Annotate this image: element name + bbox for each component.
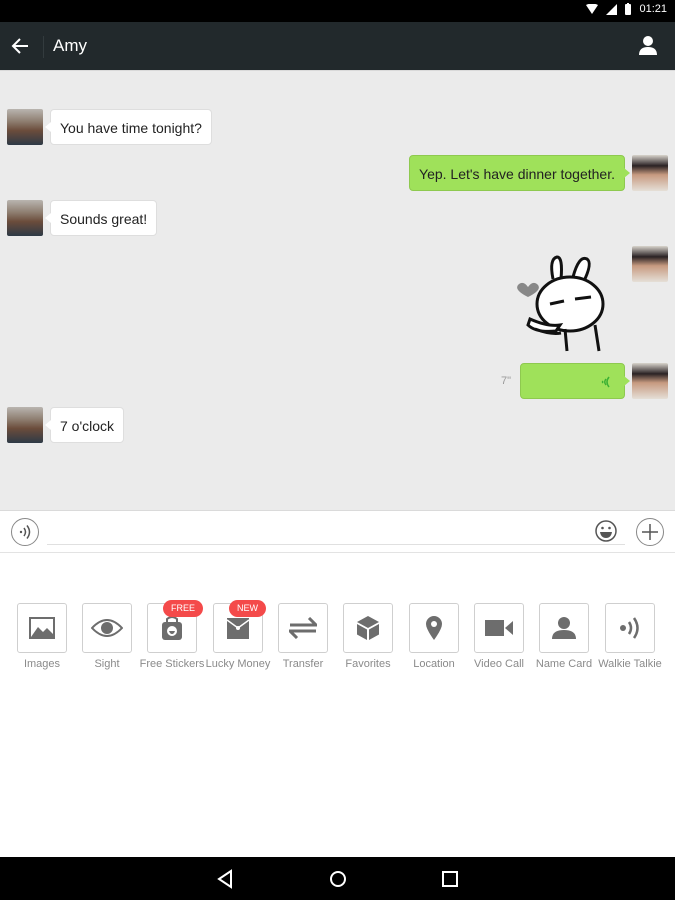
voice-wave-icon [601,376,610,388]
emoji-button[interactable] [593,518,621,546]
chat-area[interactable]: You have time tonight? Yep. Let's have d… [0,70,675,510]
walkie-talkie-icon [620,617,639,639]
nav-recents-button[interactable] [439,868,461,890]
nav-back-button[interactable] [215,868,237,890]
tool-name-card[interactable]: Name Card [534,603,594,670]
video-camera-icon [485,620,513,636]
wifi-icon [586,3,599,14]
system-nav-bar [0,857,675,900]
tool-label: Walkie Talkie [598,658,662,670]
box-icon [357,616,379,640]
signal-icon [606,3,618,15]
message-bubble-incoming[interactable]: You have time tonight? [45,109,212,145]
person-icon [552,617,576,639]
voice-input-button[interactable] [11,518,39,546]
message-bubble-incoming[interactable]: 7 o'clock [44,407,125,443]
more-options-button[interactable] [636,518,664,546]
emoji-icon [595,520,617,542]
red-envelope-icon [226,618,250,639]
eye-icon [91,619,123,637]
circle-home-icon [330,871,346,887]
message-bubble-outgoing[interactable]: Yep. Let's have dinner together. [409,155,630,191]
sticker-bag-icon [162,616,182,640]
transfer-icon [289,617,317,639]
header-divider [43,36,44,58]
user-avatar[interactable] [632,363,668,399]
contact-avatar[interactable] [7,109,43,145]
chat-title: Amy [53,36,87,55]
rabbit-blowing-kiss-sticker[interactable] [515,249,615,354]
voice-message-bubble[interactable] [520,363,630,399]
arrow-left-icon [11,38,28,54]
square-recents-icon [442,871,458,887]
voice-icon [19,525,31,539]
tool-lucky-money[interactable]: NEW Lucky Money [206,600,270,670]
chat-header: Amy [0,22,675,70]
tool-sight[interactable]: Sight [77,603,137,670]
back-button[interactable] [8,34,34,58]
input-bar [0,510,675,553]
message-bubble-incoming[interactable]: Sounds great! [44,200,158,236]
image-icon [29,617,55,639]
contact-avatar[interactable] [7,200,43,236]
contact-avatar[interactable] [7,407,43,443]
location-pin-icon [426,616,442,640]
tool-images[interactable]: Images [12,603,72,670]
tool-favorites[interactable]: Favorites [338,603,398,670]
free-badge: FREE [163,600,204,617]
tool-video-call[interactable]: Video Call [469,603,529,670]
tool-walkie-talkie[interactable]: Walkie Talkie [598,603,662,670]
person-icon [639,36,657,55]
user-avatar[interactable] [632,246,668,282]
nav-home-button[interactable] [327,868,349,890]
plus-icon [642,524,658,540]
tool-free-stickers[interactable]: FREE Free Stickers [140,600,204,670]
message-input[interactable] [47,517,625,545]
attachment-panel: Images Sight FREE Free Stickers NEW Luck… [0,553,675,857]
tool-transfer[interactable]: Transfer [273,603,333,670]
tool-location[interactable]: Location [404,603,464,670]
status-bar: 01:21 [0,0,675,22]
user-avatar[interactable] [632,155,668,191]
profile-button[interactable] [637,34,659,56]
new-badge: NEW [229,600,266,617]
voice-duration: 7" [501,375,512,387]
battery-icon [625,3,632,15]
status-time: 01:21 [639,3,667,15]
triangle-back-icon [217,869,232,889]
